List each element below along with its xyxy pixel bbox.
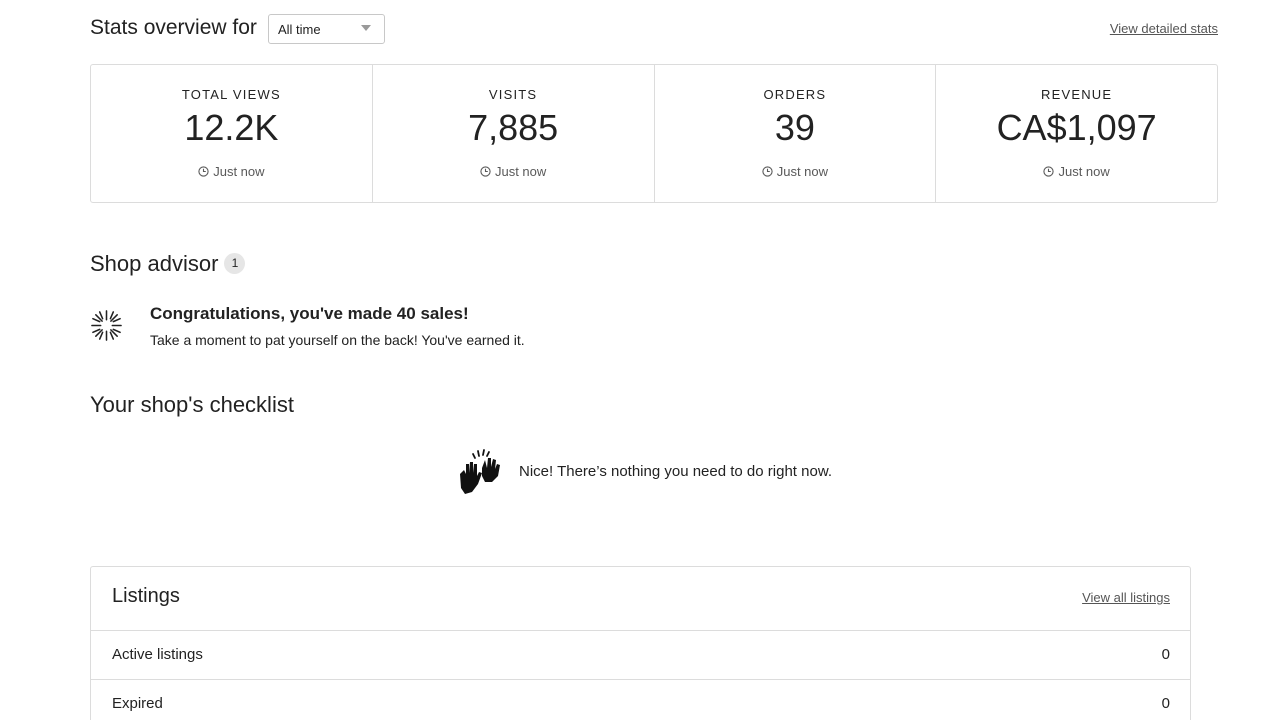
period-select[interactable]: All time <box>268 14 385 44</box>
listings-panel: Listings View all listings Active listin… <box>90 566 1191 720</box>
stat-card-orders[interactable]: ORDERS 39 Just now <box>655 65 937 202</box>
stat-updated: Just now <box>373 164 654 179</box>
stat-updated: Just now <box>936 164 1217 179</box>
stats-title: Stats overview for <box>90 16 257 39</box>
stat-value: CA$1,097 <box>996 107 1157 148</box>
checklist-empty-message: Nice! There’s nothing you need to do rig… <box>519 463 832 480</box>
stat-label: REVENUE <box>1041 87 1113 102</box>
advisor-item: Congratulations, you've made 40 sales! T… <box>90 303 790 353</box>
checklist-empty-state: Nice! There’s nothing you need to do rig… <box>456 448 876 496</box>
clock-icon <box>762 166 773 177</box>
clock-icon <box>480 166 491 177</box>
advisor-count-badge: 1 <box>224 252 246 274</box>
listing-row-expired[interactable]: Expired 0 <box>91 680 1190 720</box>
clapping-hands-icon <box>460 449 500 494</box>
stat-label: VISITS <box>488 87 538 102</box>
listing-row-count: 0 <box>1161 695 1170 712</box>
listing-row-count: 0 <box>1161 646 1170 663</box>
stat-updated-text: Just now <box>1058 164 1110 179</box>
advisor-item-description: Take a moment to pat yourself on the bac… <box>150 332 525 348</box>
stats-header: Stats overview for All time View detaile… <box>90 14 1218 46</box>
advisor-item-heading: Congratulations, you've made 40 sales! <box>150 304 469 323</box>
shop-advisor-heading: Shop advisor 1 <box>90 250 246 278</box>
checklist-heading: Your shop's checklist <box>90 392 294 417</box>
stat-updated: Just now <box>655 164 936 179</box>
listings-title: Listings <box>112 585 180 607</box>
listing-row-label: Active listings <box>112 646 203 663</box>
celebration-burst-icon <box>91 310 122 341</box>
stat-value: 12.2K <box>184 107 279 148</box>
view-all-listings-link[interactable]: View all listings <box>1082 590 1170 605</box>
stat-value: 39 <box>774 107 815 148</box>
stat-value: 7,885 <box>468 107 559 148</box>
stat-updated-text: Just now <box>494 164 547 179</box>
clock-icon <box>1043 166 1055 177</box>
listing-row-label: Expired <box>112 695 163 712</box>
stat-card-revenue[interactable]: REVENUE CA$1,097 Just now <box>936 65 1217 202</box>
stat-updated: Just now <box>91 164 372 179</box>
stat-updated-text: Just now <box>213 164 265 179</box>
stat-label: ORDERS <box>763 87 827 102</box>
listings-header: Listings View all listings <box>91 567 1190 631</box>
chevron-down-icon <box>361 25 371 31</box>
clock-icon <box>198 166 209 177</box>
stat-updated-text: Just now <box>776 164 829 179</box>
stat-card-visits[interactable]: VISITS 7,885 Just now <box>373 65 655 202</box>
listing-row-active[interactable]: Active listings 0 <box>91 631 1190 680</box>
shop-advisor-title: Shop advisor <box>90 251 219 276</box>
stat-label: TOTAL VIEWS <box>181 87 281 102</box>
period-select-value: All time <box>278 22 321 37</box>
stats-cards: TOTAL VIEWS 12.2K Just now VISITS 7,885 … <box>90 64 1218 203</box>
stat-card-total-views[interactable]: TOTAL VIEWS 12.2K Just now <box>91 65 373 202</box>
view-detailed-stats-link[interactable]: View detailed stats <box>1110 21 1218 36</box>
